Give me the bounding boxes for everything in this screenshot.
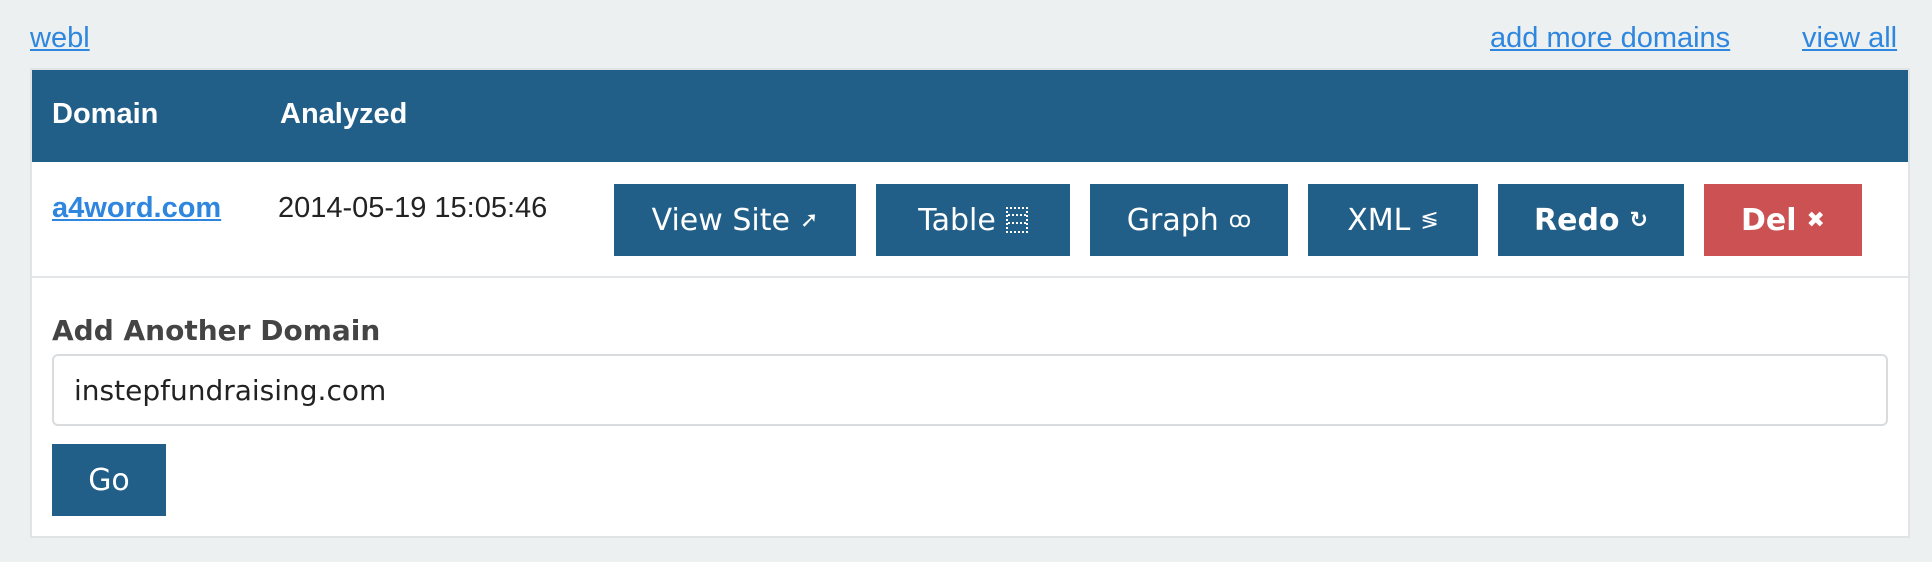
view-all-link[interactable]: view all xyxy=(1802,22,1897,55)
table-row: a4word.com 2014-05-19 15:05:46 View Site… xyxy=(32,162,1908,278)
graph-button[interactable]: Graph ꝏ xyxy=(1090,184,1288,256)
redo-label: Redo xyxy=(1534,202,1620,238)
table-header: Domain Analyzed xyxy=(32,70,1908,162)
xml-button[interactable]: XML ≶ xyxy=(1308,184,1478,256)
table-button[interactable]: Table xyxy=(876,184,1070,256)
domain-link[interactable]: a4word.com xyxy=(52,192,221,225)
external-arrow-icon: ➚ xyxy=(799,207,819,233)
delete-label: Del xyxy=(1741,202,1797,238)
column-header-analyzed: Analyzed xyxy=(280,98,408,130)
view-site-button[interactable]: View Site ➚ xyxy=(614,184,856,256)
analyzed-timestamp: 2014-05-19 15:05:46 xyxy=(278,192,548,224)
table-label: Table xyxy=(918,202,996,238)
top-links: webl add more domains view all xyxy=(0,0,1932,70)
add-domain-form: Add Another Domain Go xyxy=(32,280,1908,540)
table-icon xyxy=(1005,207,1028,233)
graph-label: Graph xyxy=(1126,202,1219,238)
redo-button[interactable]: Redo ↻ xyxy=(1498,184,1684,256)
add-domain-label: Add Another Domain xyxy=(52,314,381,347)
column-header-domain: Domain xyxy=(52,98,159,130)
xml-icon: ≶ xyxy=(1420,207,1439,233)
close-icon: ✖ xyxy=(1806,207,1825,233)
graph-icon: ꝏ xyxy=(1228,207,1252,233)
add-more-domains-link[interactable]: add more domains xyxy=(1490,22,1730,55)
delete-button[interactable]: Del ✖ xyxy=(1704,184,1862,256)
go-button[interactable]: Go xyxy=(52,444,166,516)
domain-input[interactable] xyxy=(52,354,1888,426)
domains-panel: Domain Analyzed a4word.com 2014-05-19 15… xyxy=(30,68,1910,538)
view-site-label: View Site xyxy=(651,202,790,238)
redo-icon: ↻ xyxy=(1629,207,1648,233)
home-link[interactable]: webl xyxy=(30,22,90,55)
xml-label: XML xyxy=(1347,202,1411,238)
